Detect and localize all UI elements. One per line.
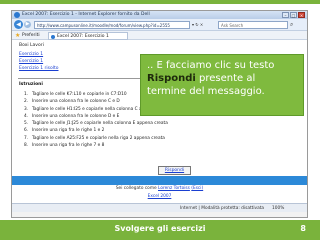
course-link[interactable]: Excel 2007 xyxy=(12,194,307,199)
instructions-heading: Istruzioni xyxy=(19,82,43,87)
favorites-star-icon[interactable]: ★ xyxy=(15,32,20,39)
close-button[interactable]: × xyxy=(298,12,305,18)
link-esercizio-1[interactable]: Esercizio 1 xyxy=(19,52,43,57)
page-number: 8 xyxy=(300,224,306,233)
callout-box: .. E facciamo clic su testo Rispondi pre… xyxy=(140,54,304,116)
list-item: 6. Inserire una riga fra le righe 1 e 2 xyxy=(24,128,105,134)
callout-text: .. E facciamo clic su testo Rispondi pre… xyxy=(147,60,275,97)
back-icon[interactable]: ◀ xyxy=(14,20,23,29)
slide-footer: Svolgere gli esercizi 8 xyxy=(0,220,320,240)
status-bar: Internet | Modalità protetta: disattivat… xyxy=(12,203,307,212)
top-accent-bar xyxy=(0,0,320,4)
refresh-stop-icons[interactable]: ▾ ↻ × xyxy=(192,22,203,27)
minimize-button[interactable]: – xyxy=(282,12,289,18)
reply-button[interactable]: Rispondi xyxy=(158,166,191,175)
browser-logo-icon xyxy=(14,12,20,18)
address-toolbar: ◀ ▶ http://www.campusonline.it/moodle/mo… xyxy=(12,19,307,31)
link-esercizio-1-file[interactable]: Esercizio 1 xyxy=(19,59,43,64)
browser-title-bar: Excel 2007: Esercizio 1 - Internet Explo… xyxy=(12,11,307,19)
window-controls: – □ × xyxy=(282,12,305,18)
browser-title: Excel 2007: Esercizio 1 - Internet Explo… xyxy=(22,12,150,17)
login-info: Sei collegato come Lorenz Tortoiss (Esci… xyxy=(115,186,204,191)
page-icon xyxy=(51,34,55,39)
list-item: 7. Tagliare le celle A25:F25 e copiarle n… xyxy=(24,135,165,141)
link-esercizio-1-risolto[interactable]: Esercizio 1 risolto xyxy=(19,66,59,71)
tab-excel-esercizio[interactable]: Excel 2007: Esercizio 1 xyxy=(48,32,128,40)
zoom-level[interactable]: 100% xyxy=(272,206,284,211)
footer-bar xyxy=(12,176,307,185)
callout-bold-word: Rispondi xyxy=(147,73,196,84)
list-item: 5. Tagliare le celle J1:J25 e copiarle ne… xyxy=(24,121,168,127)
logout-link[interactable]: (Esci) xyxy=(191,186,203,191)
breadcrumb: Boxi Lavori xyxy=(19,43,44,48)
favorites-bar: ★ Preferiti Excel 2007: Esercizio 1 xyxy=(12,31,307,40)
forward-icon[interactable]: ▶ xyxy=(24,21,31,28)
address-bar[interactable]: http://www.campusonline.it/moodle/mod/fo… xyxy=(34,21,190,29)
footer-title: Svolgere gli esercizi xyxy=(114,224,206,233)
favorites-label[interactable]: Preferiti xyxy=(22,33,40,38)
search-icon[interactable]: ⌕ xyxy=(290,21,298,29)
user-name-link[interactable]: Lorenz Tortoiss xyxy=(158,186,190,191)
maximize-button[interactable]: □ xyxy=(290,12,297,18)
search-input[interactable]: Ask Search xyxy=(218,21,288,29)
status-text: Internet | Modalità protetta: disattivat… xyxy=(180,206,265,211)
tab-label: Excel 2007: Esercizio 1 xyxy=(57,34,109,39)
list-item: 8. Inserire una riga fra le righe 7 e 8 xyxy=(24,143,105,149)
